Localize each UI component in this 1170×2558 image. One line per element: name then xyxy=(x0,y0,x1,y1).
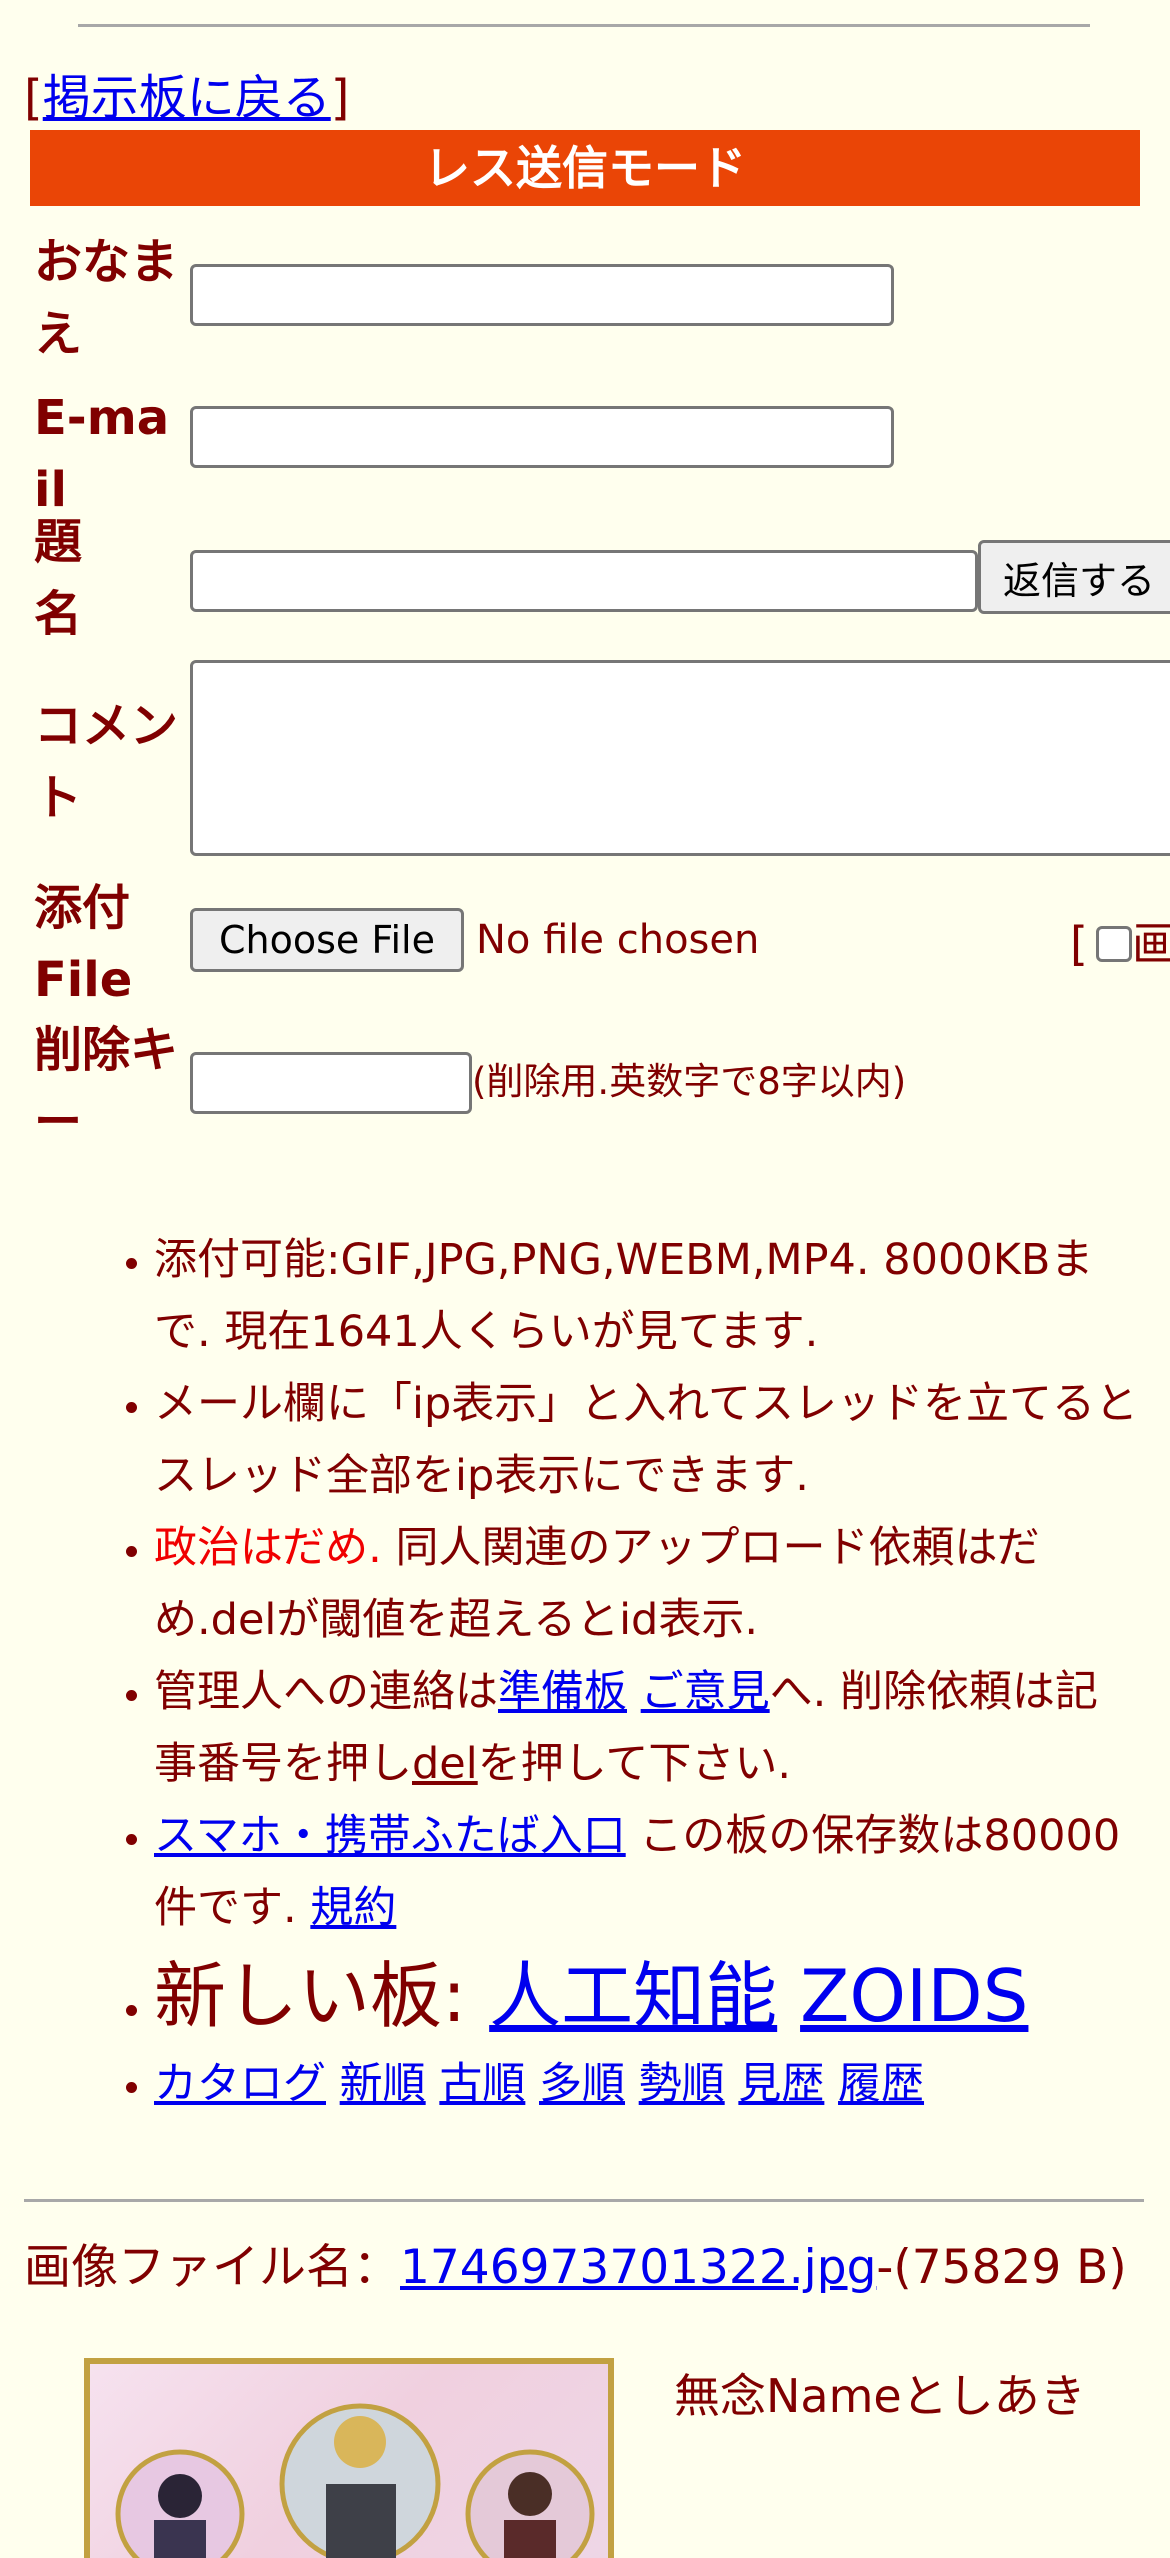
sort-links: カタログ 新順 古順 多順 勢順 見歴 履歴 xyxy=(154,2048,1140,2120)
prep-board-link[interactable]: 準備板 xyxy=(498,1667,627,1717)
image-option-checkbox[interactable] xyxy=(1095,926,1132,962)
name-label: おなまえ xyxy=(34,234,179,362)
delete-key-label: 削除キー xyxy=(34,1022,179,1150)
thumbnail-illustration xyxy=(115,2403,595,2558)
del-link[interactable]: del xyxy=(412,1739,478,1789)
delete-key-note: (削除用.英数字で8字以内) xyxy=(472,1060,907,1103)
rule-ip-display: メール欄に「ip表示」と入れてスレッドを立てるとスレッド全部をip表示にできます… xyxy=(154,1368,1140,1512)
image-file-info: 画像ファイル名：1746973701322.jpg-(75829 B) xyxy=(24,2240,1127,2295)
rule-politics: 政治はだめ. 同人関連のアップロード依頼はだめ.delが閾値を超えるとid表示. xyxy=(154,1512,1140,1656)
ai-board-link[interactable]: 人工知能 xyxy=(489,1954,777,2038)
new-boards: 新しい板: 人工知能 ZOIDS xyxy=(154,1944,1140,2048)
top-divider xyxy=(78,24,1090,27)
view-history-link[interactable]: 見歴 xyxy=(738,2059,824,2109)
delete-key-input[interactable] xyxy=(190,1052,472,1114)
sort-old-link[interactable]: 古順 xyxy=(439,2059,525,2109)
poster-name: 無念Nameとしあき xyxy=(674,2369,1086,2423)
image-option: [画 xyxy=(1070,917,1170,971)
catalog-link[interactable]: カタログ xyxy=(154,2059,326,2109)
email-label: E-mail xyxy=(34,390,170,518)
comment-label: コメント xyxy=(34,698,179,826)
sort-many-link[interactable]: 多順 xyxy=(539,2059,625,2109)
back-nav: [掲示板に戻る] xyxy=(24,70,350,126)
subject-input[interactable] xyxy=(190,550,978,612)
rule-contact: 管理人への連絡は準備板 ご意見へ. 削除依頼は記事番号を押しdelを押して下さい… xyxy=(154,1656,1140,1800)
sort-new-link[interactable]: 新順 xyxy=(340,2059,426,2109)
image-file-link[interactable]: 1746973701322.jpg xyxy=(400,2240,876,2295)
rule-upload-info: 添付可能:GIF,JPG,PNG,WEBM,MP4. 8000KBまで. 現在1… xyxy=(154,1224,1140,1368)
file-label: 添付File xyxy=(34,880,133,1008)
terms-link[interactable]: 規約 xyxy=(310,1883,396,1933)
zoids-board-link[interactable]: ZOIDS xyxy=(800,1954,1028,2038)
file-status-text: No file chosen xyxy=(476,917,760,963)
post-history-link[interactable]: 履歴 xyxy=(838,2059,924,2109)
feedback-link[interactable]: ご意見 xyxy=(641,1667,770,1717)
choose-file-button[interactable]: Choose File xyxy=(190,908,464,972)
section-divider xyxy=(24,2199,1144,2202)
post-thumbnail-image[interactable] xyxy=(84,2358,614,2558)
reply-submit-button[interactable]: 返信する xyxy=(978,540,1170,614)
email-input[interactable] xyxy=(190,406,894,468)
comment-textarea[interactable] xyxy=(190,660,1170,856)
rule-mobile: スマホ・携帯ふたば入口 この板の保存数は80000件です. 規約 xyxy=(154,1800,1140,1944)
sort-momentum-link[interactable]: 勢順 xyxy=(639,2059,725,2109)
back-to-board-link[interactable]: 掲示板に戻る xyxy=(43,70,331,126)
mobile-entrance-link[interactable]: スマホ・携帯ふたば入口 xyxy=(154,1811,626,1861)
reply-mode-banner: レス送信モード xyxy=(30,130,1140,206)
name-input[interactable] xyxy=(190,264,894,326)
subject-label: 題名 xyxy=(34,514,83,642)
board-rules-list: 添付可能:GIF,JPG,PNG,WEBM,MP4. 8000KBまで. 現在1… xyxy=(20,1224,1140,2120)
